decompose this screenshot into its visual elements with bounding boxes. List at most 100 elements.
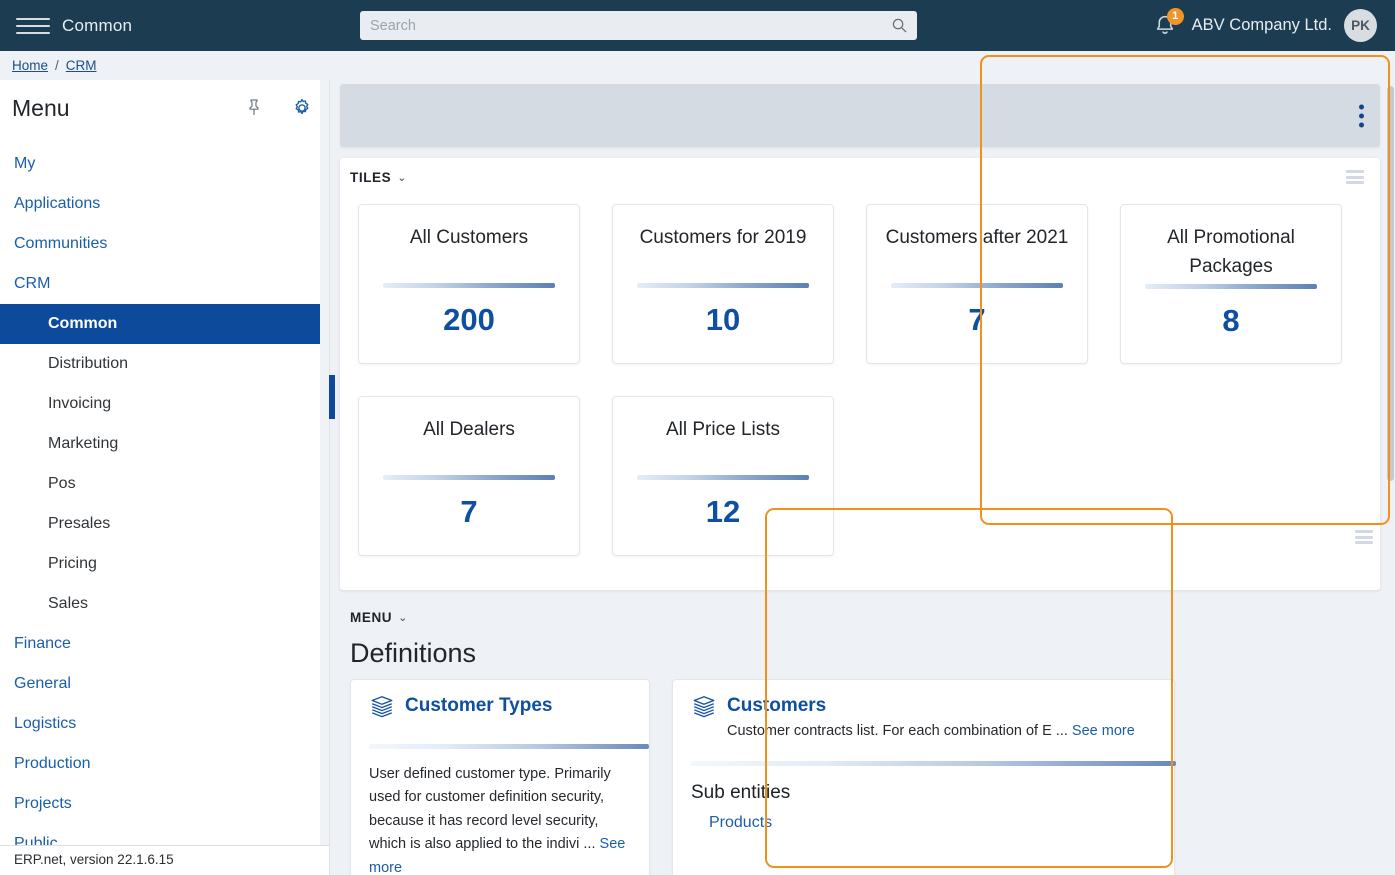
definition-card-customer-types[interactable]: Customer Types User defined customer typ… (350, 679, 650, 875)
tile-all-dealers[interactable]: All Dealers 7 (358, 396, 580, 556)
card-title[interactable]: Customers (727, 694, 826, 717)
tile-title: All Dealers (423, 419, 515, 440)
tiles-panel-label[interactable]: TILES (350, 170, 391, 185)
gear-icon[interactable] (289, 95, 315, 121)
sidebar-scrollbar-track[interactable] (320, 80, 329, 875)
tile-divider-bar (637, 283, 809, 288)
sidebar-item-label: Invoicing (48, 395, 112, 412)
card-header: Customers (691, 694, 1156, 720)
sidebar-nav: My Applications Communities CRM Common Distri… (0, 144, 329, 864)
sidebar-item-label: Sales (48, 595, 89, 612)
kebab-menu-icon[interactable] (1359, 104, 1364, 127)
tile-value: 12 (705, 494, 741, 529)
sidebar-item-label: Common (48, 315, 118, 332)
tile-divider-bar (637, 475, 809, 480)
list-options-icon[interactable] (1346, 170, 1364, 184)
search-box[interactable] (360, 11, 917, 40)
main-scrollbar-thumb[interactable] (1387, 86, 1394, 481)
sidebar-item-logistics[interactable]: Logistics (0, 704, 329, 744)
sidebar-item-label: My (14, 155, 36, 172)
notifications-button[interactable]: 1 (1150, 7, 1184, 41)
tile-title: All Price Lists (665, 419, 781, 440)
menu-panel-label[interactable]: MENU (350, 610, 392, 625)
see-more-link[interactable]: See more (1072, 723, 1135, 739)
tile-title: All Promotional Packages (1167, 227, 1295, 278)
breadcrumb: Home / CRM (0, 51, 1395, 80)
sidebar-item-common[interactable]: Common (0, 304, 329, 344)
sidebar-header: Menu (0, 86, 329, 130)
sub-entity-link-products[interactable]: Products (709, 814, 1156, 832)
sidebar: Menu My Applications Communities CRM Common D… (0, 80, 330, 875)
sidebar-item-label: Distribution (48, 355, 129, 372)
tile-value: 7 (968, 302, 986, 337)
sidebar-item-label: Communities (14, 235, 108, 252)
card-divider-bar (691, 761, 1176, 766)
tile-title: Customers after 2021 (885, 227, 1069, 248)
sidebar-item-general[interactable]: General (0, 664, 329, 704)
tile-value: 200 (443, 302, 495, 337)
sidebar-item-my[interactable]: My (0, 144, 329, 184)
chevron-down-icon[interactable]: ⌄ (398, 611, 407, 624)
sidebar-item-distribution[interactable]: Distribution (0, 344, 329, 384)
breadcrumb-item-home[interactable]: Home (12, 58, 48, 73)
list-options-icon[interactable] (1355, 530, 1373, 544)
content-toolbar (340, 84, 1380, 147)
tile-all-customers[interactable]: All Customers 200 (358, 204, 580, 364)
sidebar-item-projects[interactable]: Projects (0, 784, 329, 824)
sidebar-item-pos[interactable]: Pos (0, 464, 329, 504)
top-bar: Common 1 ABV Company Ltd. PK (0, 0, 1395, 51)
card-description: User defined customer type. Primarily us… (369, 763, 631, 875)
sidebar-item-label: Finance (14, 635, 71, 652)
tile-customers-for-2019[interactable]: Customers for 2019 10 (612, 204, 834, 364)
tile-divider-bar (383, 475, 555, 480)
tiles-panel-header: TILES ⌄ (340, 158, 1380, 196)
tile-customers-after-2021[interactable]: Customers after 2021 7 (866, 204, 1088, 364)
sidebar-item-invoicing[interactable]: Invoicing (0, 384, 329, 424)
sidebar-item-pricing[interactable]: Pricing (0, 544, 329, 584)
topbar-right-group: 1 ABV Company Ltd. PK (1150, 0, 1377, 51)
definition-card-customers[interactable]: Customers Customer contracts list. For e… (672, 679, 1176, 875)
breadcrumb-item-crm[interactable]: CRM (66, 58, 97, 73)
layers-icon (371, 696, 393, 718)
tile-divider-bar (383, 283, 555, 288)
sidebar-footer-version: ERP.net, version 22.1.6.15 (0, 845, 329, 875)
sidebar-item-production[interactable]: Production (0, 744, 329, 784)
definition-cards-row: Customer Types User defined customer typ… (340, 679, 1380, 875)
sidebar-item-sales[interactable]: Sales (0, 584, 329, 624)
layers-icon (693, 696, 715, 718)
sidebar-resize-handle[interactable] (329, 375, 335, 419)
tile-all-promotional-packages[interactable]: All Promotional Packages 8 (1120, 204, 1342, 364)
search-input[interactable] (360, 17, 892, 34)
sidebar-item-label: General (14, 675, 71, 692)
card-description: Customer contracts list. For each combin… (727, 723, 1156, 739)
sidebar-item-crm[interactable]: CRM (0, 264, 329, 304)
hamburger-icon[interactable] (16, 13, 50, 39)
sidebar-item-marketing[interactable]: Marketing (0, 424, 329, 464)
card-title[interactable]: Customer Types (405, 694, 552, 717)
sidebar-item-applications[interactable]: Applications (0, 184, 329, 224)
sidebar-item-finance[interactable]: Finance (0, 624, 329, 664)
sidebar-item-label: CRM (14, 275, 51, 292)
tile-all-price-lists[interactable]: All Price Lists 12 (612, 396, 834, 556)
sidebar-item-label: Projects (14, 795, 72, 812)
sidebar-item-label: Applications (14, 195, 101, 212)
tile-value: 7 (460, 494, 478, 529)
search-icon[interactable] (892, 18, 907, 33)
sidebar-item-label: Production (14, 755, 91, 772)
sidebar-item-label: Pricing (48, 555, 97, 572)
sidebar-item-label: Presales (48, 515, 111, 532)
chevron-down-icon[interactable]: ⌄ (397, 171, 406, 184)
tiles-panel: TILES ⌄ All Customers 200 Customers for 20… (340, 158, 1380, 590)
sidebar-title: Menu (12, 94, 70, 121)
tile-value: 8 (1222, 302, 1240, 338)
tile-value: 10 (705, 302, 741, 337)
sidebar-scrollbar-thumb[interactable] (320, 80, 329, 875)
sidebar-item-communities[interactable]: Communities (0, 224, 329, 264)
avatar[interactable]: PK (1344, 9, 1377, 42)
tile-title: Customers for 2019 (639, 227, 807, 248)
tile-divider-bar (891, 283, 1063, 288)
sidebar-item-presales[interactable]: Presales (0, 504, 329, 544)
sub-entities-title: Sub entities (691, 782, 791, 803)
pin-icon[interactable] (241, 95, 267, 121)
breadcrumb-separator: / (55, 58, 59, 73)
